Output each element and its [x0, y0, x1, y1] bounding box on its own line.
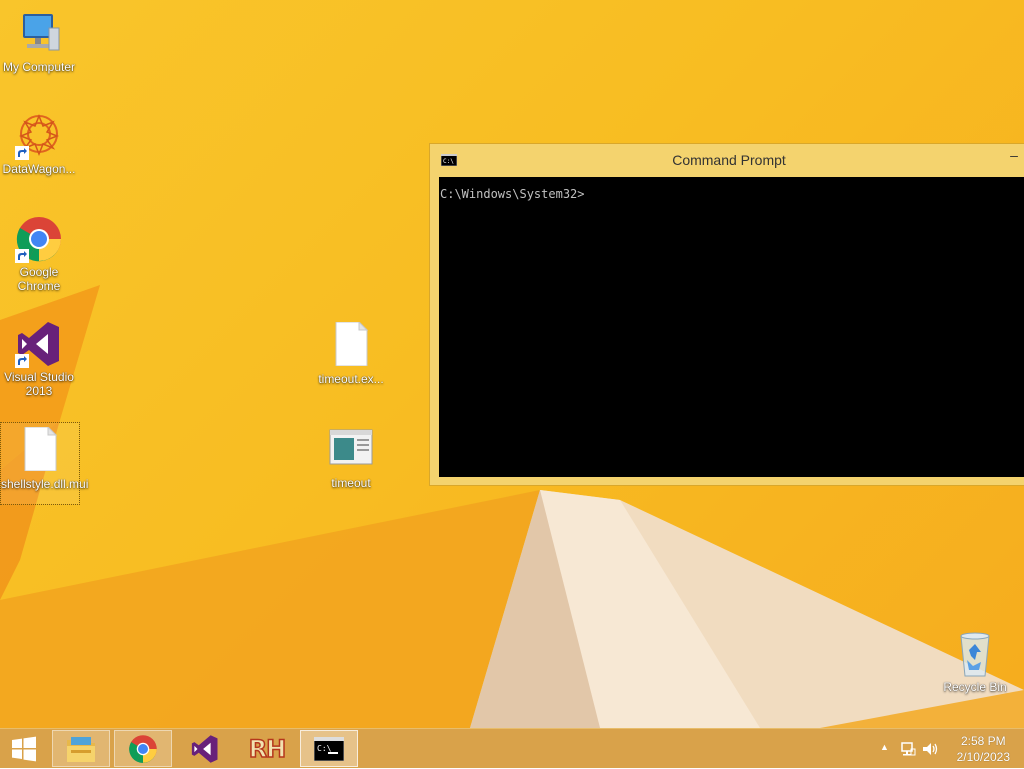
desktop-icon-label: Google Chrome [17, 265, 61, 293]
desktop-icon-shellstyle[interactable]: shellstyle.dll.mui [0, 422, 89, 505]
clock-time: 2:58 PM [960, 734, 1006, 748]
taskbar-chrome[interactable] [114, 730, 172, 767]
show-hidden-icons-button[interactable]: ▲ [880, 742, 889, 752]
datawagon-icon [15, 112, 63, 160]
taskbar-visual-studio[interactable] [176, 730, 234, 767]
network-icon[interactable] [900, 741, 916, 757]
file-explorer-icon [67, 736, 95, 762]
minimize-button[interactable]: – [1006, 148, 1022, 164]
start-button[interactable] [0, 730, 48, 767]
desktop-icon-label: shellstyle.dll.mui [1, 477, 89, 491]
desktop[interactable]: My Computer DataWagon... Google Chrome V… [0, 0, 1024, 728]
desktop-icon-google-chrome[interactable]: Google Chrome [0, 215, 78, 293]
visual-studio-icon [191, 734, 218, 763]
desktop-icon-label: Recycle Bin [943, 680, 1007, 694]
console-prompt: C:\Windows\System32> [440, 187, 585, 201]
clock-date: 2/10/2023 [956, 750, 1010, 764]
desktop-icon-datawagon[interactable]: DataWagon... [0, 112, 78, 176]
computer-icon [15, 10, 63, 58]
command-prompt-icon: C:\ [314, 736, 344, 761]
file-icon [327, 320, 375, 370]
system-tray: ▲ 2:58 PM 2/10/2023 [864, 729, 1024, 769]
taskbar: RH C:\ ▲ 2:58 PM 2/10/2023 [0, 728, 1024, 768]
chrome-icon [129, 734, 157, 763]
desktop-icon-recycle-bin[interactable]: Recycle Bin [936, 630, 1014, 694]
svg-text:C:\: C:\ [317, 744, 332, 753]
command-prompt-window[interactable]: C:\ Command Prompt – C:\Windows\System32… [429, 143, 1024, 486]
file-icon [16, 425, 64, 475]
desktop-icon-label: timeout [331, 476, 371, 490]
rh-icon: RH [248, 734, 287, 764]
taskbar-command-prompt[interactable]: C:\ [300, 730, 358, 767]
window-titlebar[interactable]: C:\ Command Prompt – [430, 144, 1024, 176]
taskbar-file-explorer[interactable] [52, 730, 110, 767]
shortcut-arrow-icon [15, 249, 29, 263]
desktop-icon-label: timeout.ex... [318, 372, 384, 386]
chrome-icon [15, 215, 63, 263]
desktop-icon-timeout-exe[interactable]: timeout.ex... [312, 320, 390, 386]
desktop-icon-timeout[interactable]: timeout [312, 426, 390, 490]
shortcut-arrow-icon [15, 146, 29, 160]
window-title: Command Prompt [672, 152, 786, 168]
recycle-bin-icon [951, 630, 999, 678]
desktop-icon-label: Visual Studio 2013 [4, 370, 74, 398]
clock[interactable]: 2:58 PM 2/10/2023 [957, 733, 1010, 765]
visual-studio-icon [15, 320, 63, 368]
desktop-icon-label: My Computer [2, 60, 76, 74]
desktop-icon-my-computer[interactable]: My Computer [0, 10, 78, 74]
desktop-icon-visual-studio[interactable]: Visual Studio 2013 [0, 320, 78, 398]
window-app-icon [327, 426, 375, 474]
windows-start-icon [12, 736, 36, 761]
volume-icon[interactable] [922, 741, 940, 757]
taskbar-rh[interactable]: RH [238, 730, 296, 767]
console-output[interactable]: C:\Windows\System32> [439, 177, 1024, 477]
desktop-icon-label: DataWagon... [2, 162, 76, 176]
shortcut-arrow-icon [15, 354, 29, 368]
